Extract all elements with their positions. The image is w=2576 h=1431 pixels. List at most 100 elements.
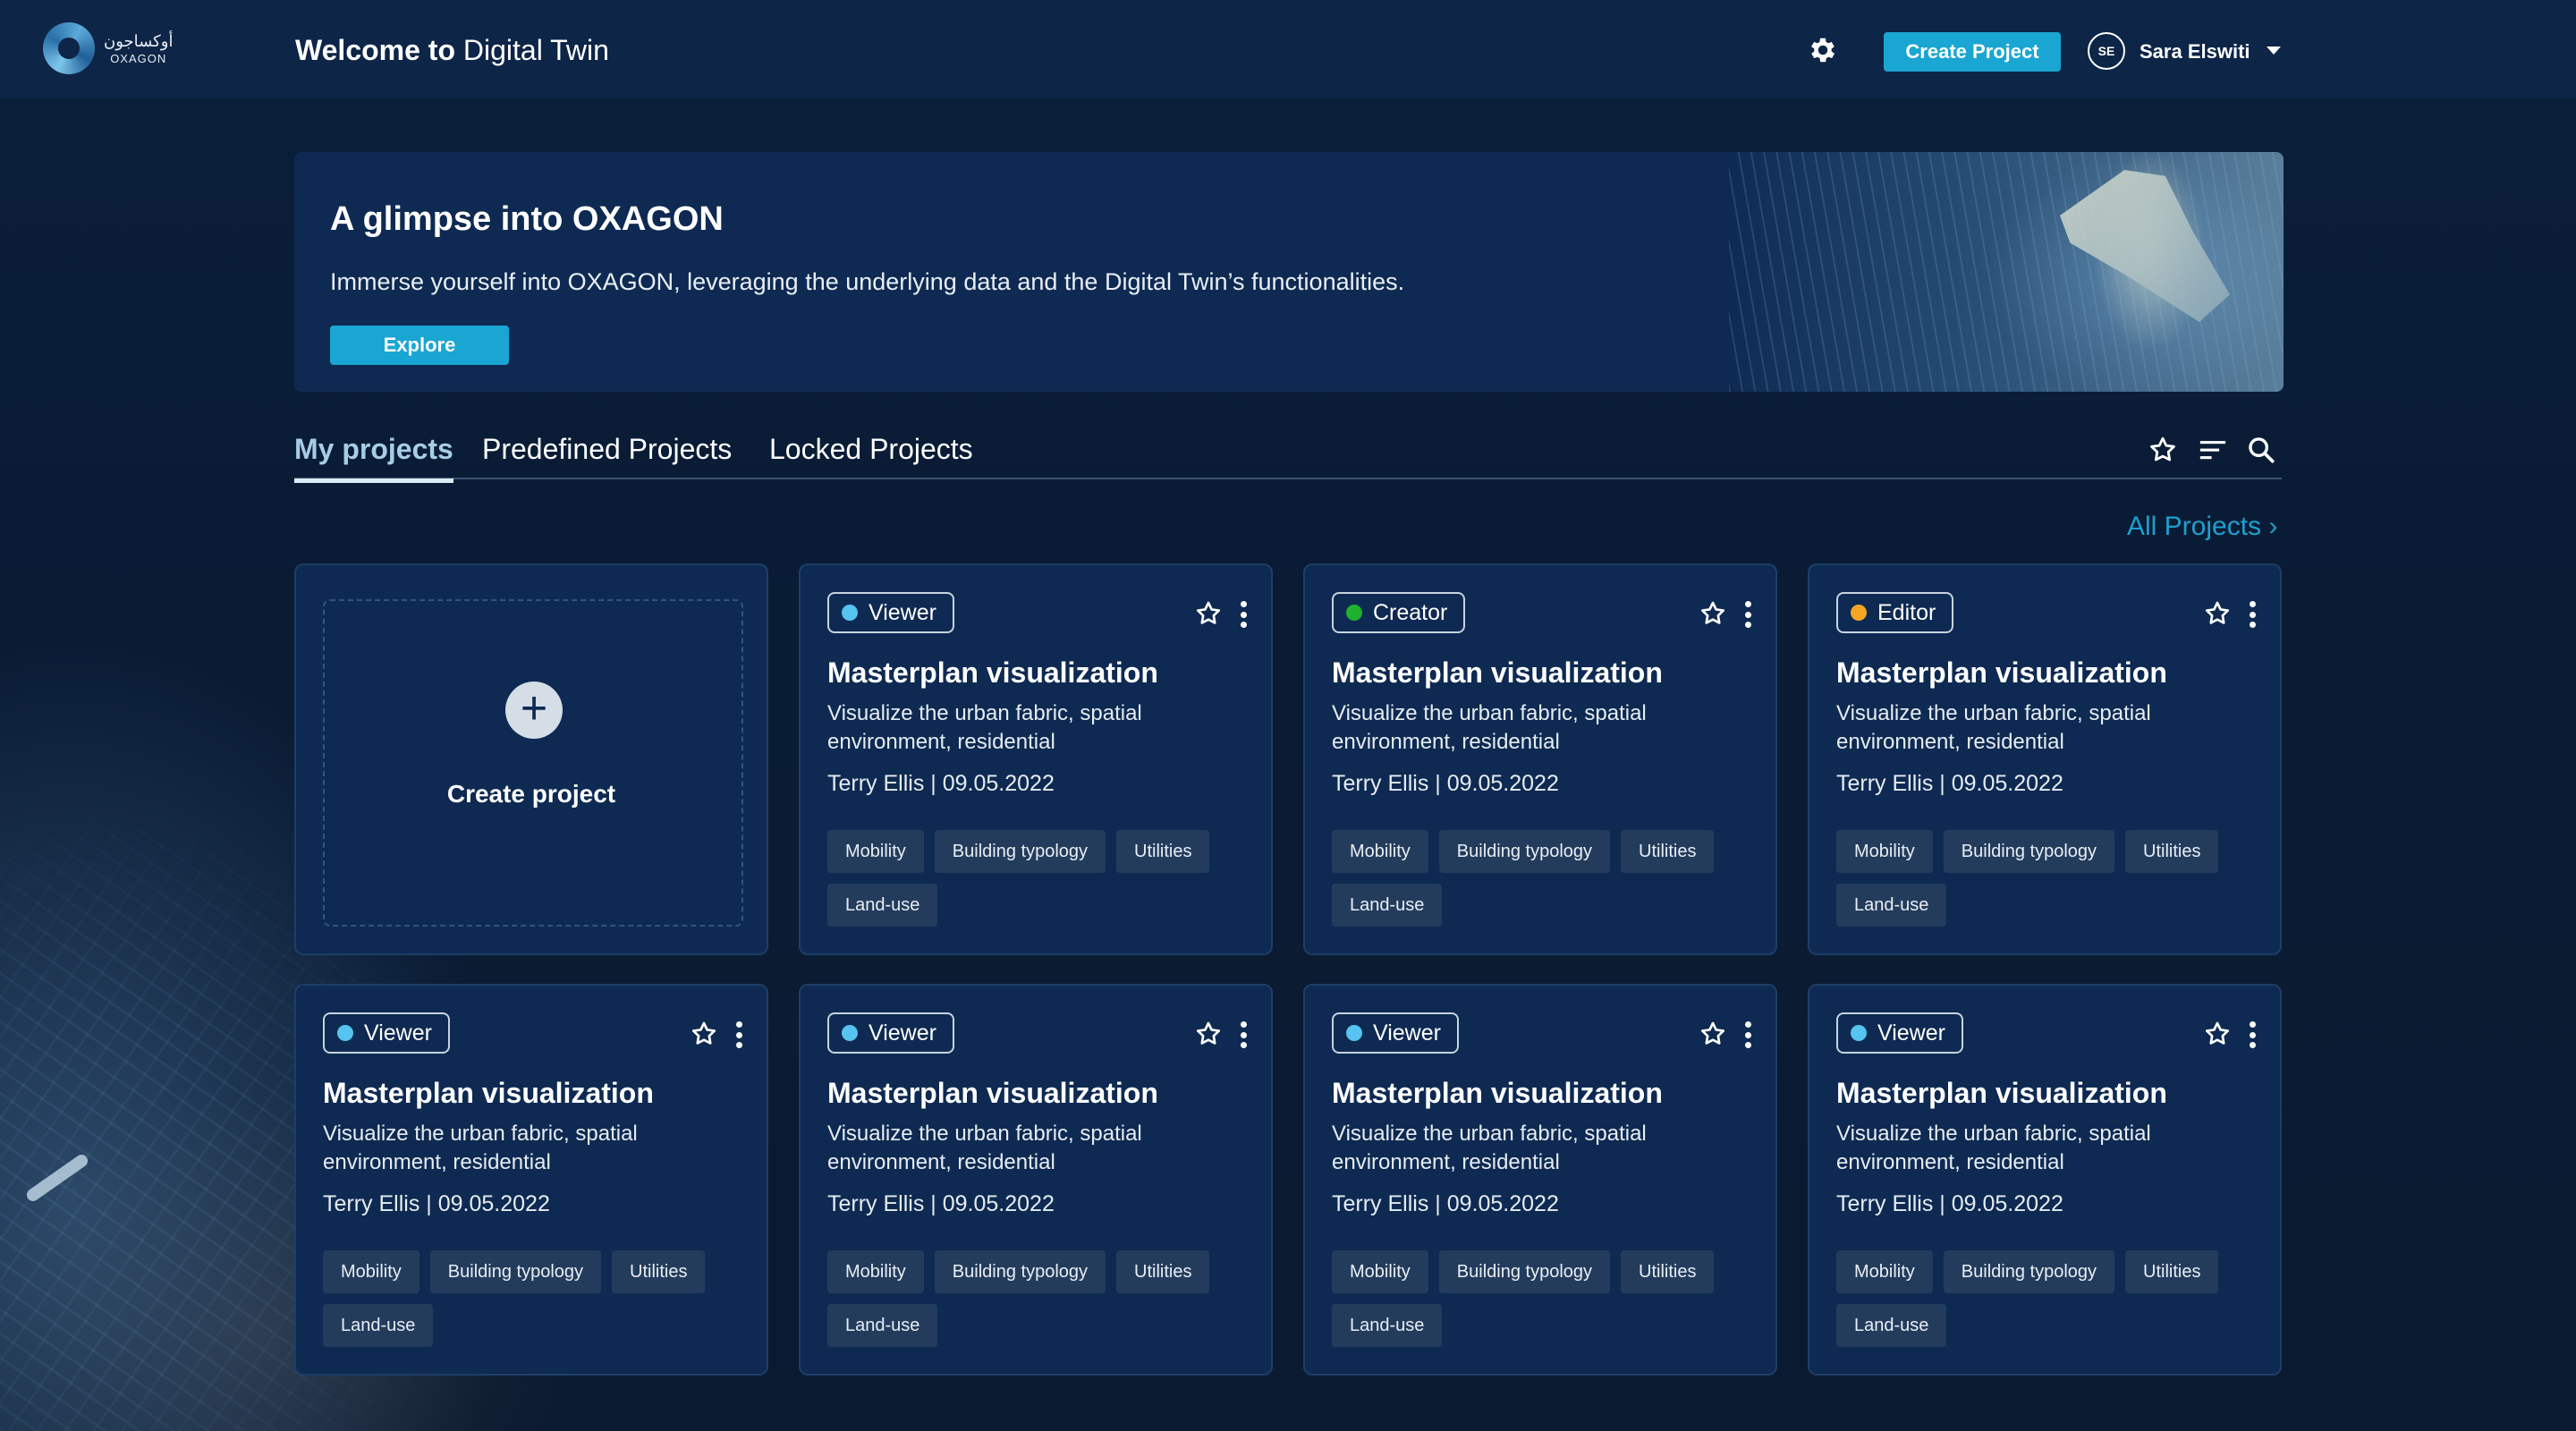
star-icon[interactable] (1699, 599, 1727, 628)
tag-chip[interactable]: Utilities (1116, 1250, 1210, 1293)
tag-chip[interactable]: Building typology (1438, 1250, 1611, 1293)
kebab-menu-icon[interactable] (734, 1021, 743, 1048)
logo-english: OXAGON (110, 51, 167, 65)
project-description: Visualize the urban fabric, spatial envi… (827, 701, 1142, 754)
project-tags: Mobility Building typology Utilities Land-u… (1332, 830, 1761, 927)
tag-chip[interactable]: Mobility (827, 1250, 924, 1293)
tag-chip[interactable]: Mobility (1332, 1250, 1428, 1293)
tag-chip[interactable]: Mobility (1836, 1250, 1933, 1293)
role-status-dot (1346, 605, 1362, 621)
project-description: Visualize the urban fabric, spatial envi… (1836, 701, 2151, 754)
tag-chip[interactable]: Mobility (827, 830, 924, 873)
create-project-dropzone (323, 599, 743, 927)
tab-my-projects[interactable]: My projects (294, 433, 453, 483)
tag-chip[interactable]: Utilities (1116, 830, 1210, 873)
star-icon[interactable] (2203, 599, 2232, 628)
project-card[interactable]: Editor Masterplan visualization Visualiz… (1808, 563, 2282, 955)
project-tags: Mobility Building typology Utilities Land-u… (827, 830, 1257, 927)
tag-chip[interactable]: Building typology (1438, 830, 1611, 873)
role-label: Viewer (869, 1020, 936, 1046)
role-label: Editor (1877, 599, 1936, 625)
project-title: Masterplan visualization (1836, 1077, 2167, 1109)
project-card[interactable]: Viewer Masterplan visualization Visualiz… (799, 984, 1273, 1376)
tag-chip[interactable]: Land-use (1836, 884, 1947, 927)
project-tags: Mobility Building typology Utilities Land-u… (1836, 830, 2266, 927)
tag-chip[interactable]: Utilities (612, 1250, 706, 1293)
project-card[interactable]: Creator Masterplan visualization Visuali… (1303, 563, 1777, 955)
tag-chip[interactable]: Mobility (323, 1250, 419, 1293)
create-project-card[interactable]: + Create project (294, 563, 768, 955)
project-card[interactable]: Viewer Masterplan visualization Visualiz… (1303, 984, 1777, 1376)
search-icon[interactable] (2246, 435, 2276, 465)
role-badge: Viewer (1836, 1012, 1963, 1054)
tag-chip[interactable]: Building typology (934, 830, 1106, 873)
tag-chip[interactable]: Utilities (2125, 830, 2219, 873)
kebab-menu-icon[interactable] (1239, 1021, 1248, 1048)
star-icon[interactable] (1194, 1020, 1223, 1048)
all-projects-link[interactable]: All Projects › (2127, 512, 2277, 542)
tag-chip[interactable]: Land-use (1332, 884, 1443, 927)
role-status-dot (842, 1025, 858, 1041)
logo-arabic: أوكساجون (104, 31, 174, 50)
project-tags: Mobility Building typology Utilities Land-u… (1332, 1250, 1761, 1347)
tab-predefined-projects[interactable]: Predefined Projects (482, 433, 732, 478)
role-badge: Creator (1332, 592, 1466, 633)
plus-icon[interactable]: + (505, 682, 563, 739)
gear-icon[interactable] (1807, 34, 1839, 66)
role-label: Viewer (364, 1020, 432, 1046)
tab-locked-projects[interactable]: Locked Projects (769, 433, 973, 478)
tag-chip[interactable]: Land-use (1836, 1304, 1947, 1347)
project-tags: Mobility Building typology Utilities Land-u… (1836, 1250, 2266, 1347)
sort-icon[interactable] (2198, 435, 2228, 465)
tag-chip[interactable]: Utilities (1621, 1250, 1715, 1293)
create-project-button[interactable]: Create Project (1884, 32, 2061, 72)
kebab-menu-icon[interactable] (1743, 601, 1752, 628)
tag-chip[interactable]: Land-use (827, 1304, 938, 1347)
star-icon[interactable] (1194, 599, 1223, 628)
oxagon-logo-mark (43, 22, 95, 74)
create-project-label: Create project (446, 780, 616, 808)
role-badge: Viewer (323, 1012, 450, 1054)
tag-chip[interactable]: Building typology (429, 1250, 602, 1293)
project-description: Visualize the urban fabric, spatial envi… (1332, 701, 1647, 754)
star-icon[interactable] (690, 1020, 718, 1048)
avatar[interactable]: SE (2088, 32, 2125, 70)
project-author-date: Terry Ellis | 09.05.2022 (1836, 1191, 2063, 1216)
welcome-app-name: Digital Twin (462, 34, 609, 66)
chevron-down-icon[interactable] (2267, 47, 2281, 55)
project-card[interactable]: Viewer Masterplan visualization Visualiz… (294, 984, 768, 1376)
project-author-date: Terry Ellis | 09.05.2022 (1836, 771, 2063, 796)
role-badge: Viewer (827, 1012, 954, 1054)
tag-chip[interactable]: Building typology (934, 1250, 1106, 1293)
role-badge: Viewer (827, 592, 954, 633)
tag-chip[interactable]: Land-use (1332, 1304, 1443, 1347)
tag-chip[interactable]: Land-use (827, 884, 938, 927)
tag-chip[interactable]: Mobility (1836, 830, 1933, 873)
role-label: Viewer (1373, 1020, 1441, 1046)
kebab-menu-icon[interactable] (2248, 601, 2257, 628)
project-title: Masterplan visualization (1332, 1077, 1663, 1109)
project-title: Masterplan visualization (323, 1077, 654, 1109)
project-card[interactable]: Viewer Masterplan visualization Visualiz… (799, 563, 1273, 955)
project-card[interactable]: Viewer Masterplan visualization Visualiz… (1808, 984, 2282, 1376)
project-title: Masterplan visualization (1836, 656, 2167, 689)
tag-chip[interactable]: Utilities (2125, 1250, 2219, 1293)
explore-button[interactable]: Explore (330, 326, 509, 365)
role-badge: Viewer (1332, 1012, 1459, 1054)
kebab-menu-icon[interactable] (1239, 601, 1248, 628)
star-icon[interactable] (1699, 1020, 1727, 1048)
star-icon[interactable] (2148, 435, 2178, 465)
oxagon-logo[interactable]: أوكساجون OXAGON (43, 20, 186, 77)
kebab-menu-icon[interactable] (2248, 1021, 2257, 1048)
tag-chip[interactable]: Building typology (1943, 830, 2115, 873)
kebab-menu-icon[interactable] (1743, 1021, 1752, 1048)
tag-chip[interactable]: Utilities (1621, 830, 1715, 873)
tag-chip[interactable]: Building typology (1943, 1250, 2115, 1293)
project-tags: Mobility Building typology Utilities Land-u… (827, 1250, 1257, 1347)
top-bar: أوكساجون OXAGON Welcome to Digital Twin … (0, 0, 2576, 98)
project-title: Masterplan visualization (827, 1077, 1158, 1109)
tag-chip[interactable]: Mobility (1332, 830, 1428, 873)
tag-chip[interactable]: Land-use (323, 1304, 434, 1347)
star-icon[interactable] (2203, 1020, 2232, 1048)
user-name[interactable]: Sara Elswiti (2140, 40, 2250, 64)
